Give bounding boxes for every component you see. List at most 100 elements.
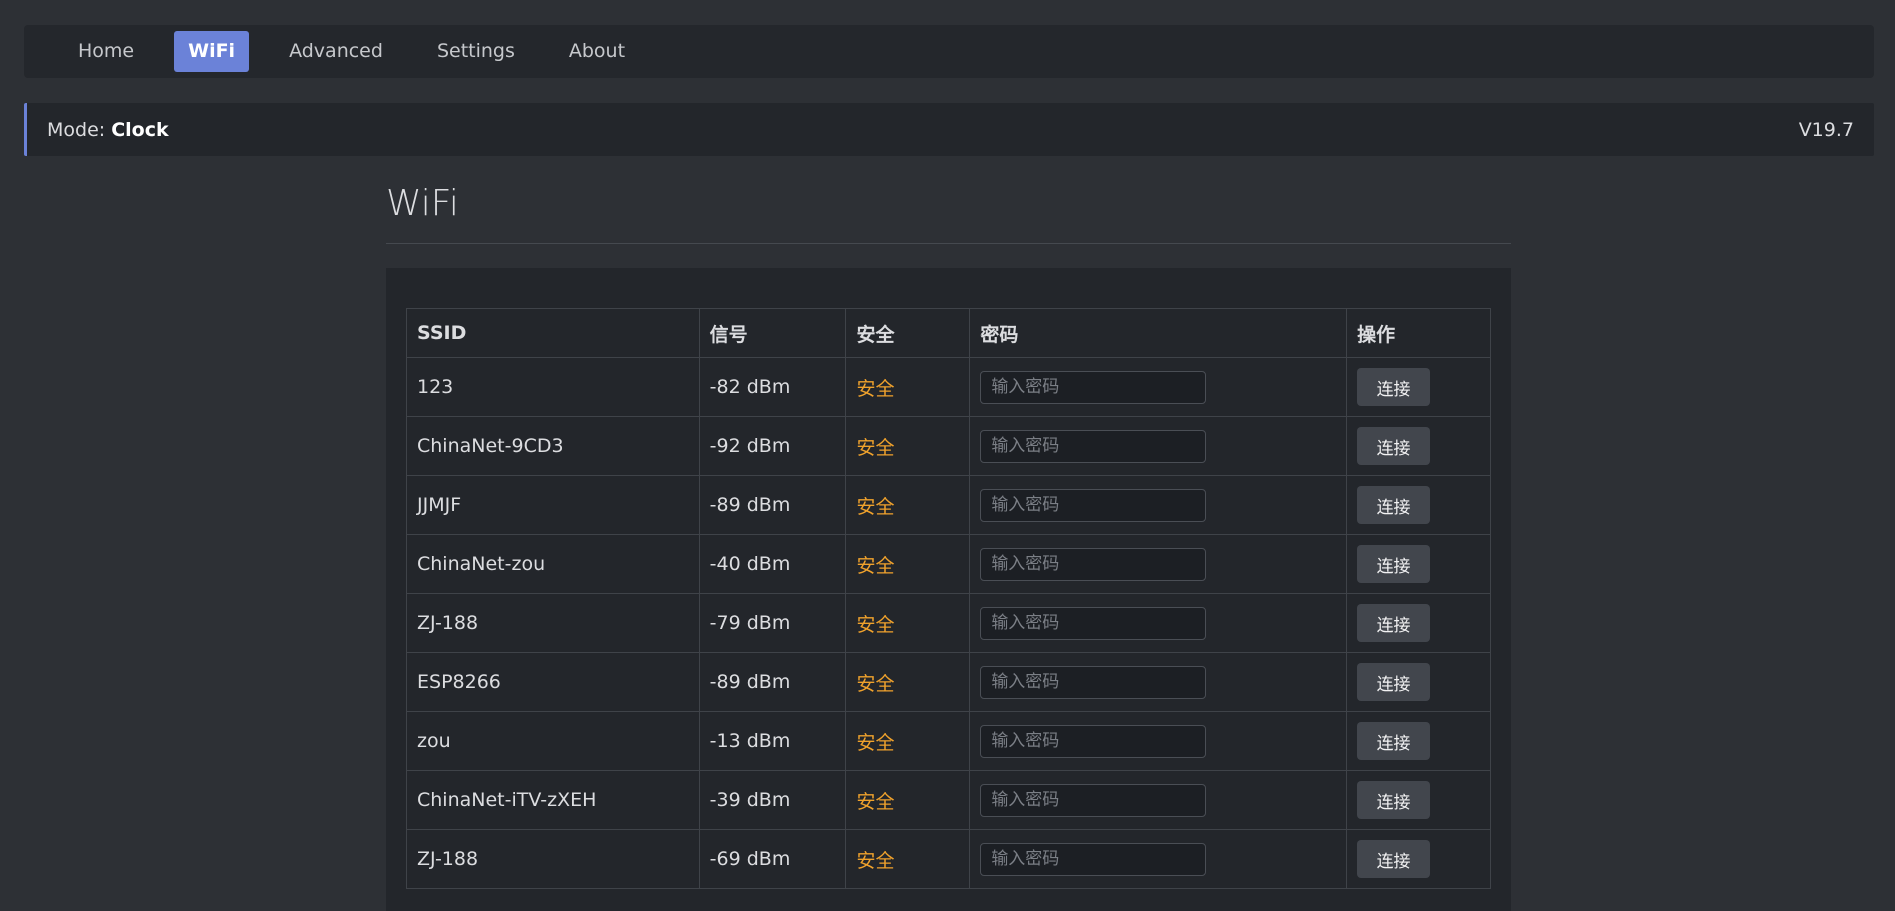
action-cell: 连接	[1346, 711, 1491, 771]
connect-button[interactable]: 连接	[1357, 427, 1431, 465]
security-status: 安全	[856, 377, 895, 400]
action-cell: 连接	[1346, 475, 1491, 535]
ssid-cell: ESP8266	[406, 652, 700, 712]
security-cell: 安全	[845, 357, 971, 417]
signal-cell: -79 dBm	[698, 593, 847, 653]
table-row: zou -13 dBm 安全 连接	[406, 711, 1491, 771]
password-cell	[969, 770, 1348, 830]
signal-cell: -92 dBm	[698, 416, 847, 476]
ssid-cell: ZJ-188	[406, 593, 700, 653]
security-cell: 安全	[845, 416, 971, 476]
security-status: 安全	[856, 495, 895, 518]
password-input[interactable]	[980, 370, 1207, 404]
security-status: 安全	[856, 436, 895, 459]
ssid-cell: JJMJF	[406, 475, 700, 535]
top-navbar: Home WiFi Advanced Settings About	[24, 25, 1874, 78]
signal-cell: -39 dBm	[698, 770, 847, 830]
header-ssid: SSID	[406, 308, 700, 358]
password-input[interactable]	[980, 488, 1207, 522]
action-cell: 连接	[1346, 593, 1491, 653]
header-action: 操作	[1346, 308, 1491, 358]
security-cell: 安全	[845, 475, 971, 535]
wifi-table-body: 123 -82 dBm 安全 连接 ChinaNet-9CD3 -92 dBm 安全 连接 JJ…	[406, 357, 1491, 889]
header-signal: 信号	[698, 308, 847, 358]
security-status: 安全	[856, 613, 895, 636]
action-cell: 连接	[1346, 534, 1491, 594]
security-cell: 安全	[845, 652, 971, 712]
security-cell: 安全	[845, 534, 971, 594]
security-status: 安全	[856, 790, 895, 813]
security-cell: 安全	[845, 593, 971, 653]
password-input[interactable]	[980, 606, 1207, 640]
mode-indicator: Mode: Clock	[47, 119, 169, 141]
table-row: ESP8266 -89 dBm 安全 连接	[406, 652, 1491, 712]
wifi-list-panel: SSID 信号 安全 密码 操作 123 -82 dBm 安全 连接 ChinaNet-…	[386, 268, 1511, 911]
password-input[interactable]	[980, 783, 1207, 817]
ssid-cell: 123	[406, 357, 700, 417]
password-cell	[969, 652, 1348, 712]
nav-advanced[interactable]: Advanced	[275, 31, 397, 72]
connect-button[interactable]: 连接	[1357, 663, 1431, 701]
security-cell: 安全	[845, 829, 971, 889]
table-row: ChinaNet-iTV-zXEH -39 dBm 安全 连接	[406, 770, 1491, 830]
mode-value: Clock	[111, 118, 169, 141]
nav-about[interactable]: About	[555, 31, 639, 72]
password-cell	[969, 593, 1348, 653]
page-title: WiFi	[386, 183, 459, 224]
signal-cell: -40 dBm	[698, 534, 847, 594]
ssid-cell: zou	[406, 711, 700, 771]
password-cell	[969, 357, 1348, 417]
nav-settings[interactable]: Settings	[423, 31, 529, 72]
action-cell: 连接	[1346, 416, 1491, 476]
signal-cell: -89 dBm	[698, 652, 847, 712]
table-row: JJMJF -89 dBm 安全 连接	[406, 475, 1491, 535]
table-header-row: SSID 信号 安全 密码 操作	[406, 308, 1491, 358]
security-status: 安全	[856, 554, 895, 577]
action-cell: 连接	[1346, 770, 1491, 830]
header-security: 安全	[845, 308, 971, 358]
mode-label: Mode:	[47, 118, 112, 141]
password-cell	[969, 534, 1348, 594]
connect-button[interactable]: 连接	[1357, 604, 1431, 642]
password-input[interactable]	[980, 429, 1207, 463]
table-row: ChinaNet-zou -40 dBm 安全 连接	[406, 534, 1491, 594]
action-cell: 连接	[1346, 829, 1491, 889]
title-divider	[386, 243, 1511, 244]
table-row: ZJ-188 -79 dBm 安全 连接	[406, 593, 1491, 653]
wifi-table: SSID 信号 安全 密码 操作 123 -82 dBm 安全 连接 ChinaNet-…	[406, 308, 1491, 889]
table-row: ChinaNet-9CD3 -92 dBm 安全 连接	[406, 416, 1491, 476]
security-cell: 安全	[845, 711, 971, 771]
mode-status-bar: Mode: Clock V19.7	[24, 103, 1874, 156]
password-input[interactable]	[980, 665, 1207, 699]
password-input[interactable]	[980, 547, 1207, 581]
table-row: 123 -82 dBm 安全 连接	[406, 357, 1491, 417]
password-input[interactable]	[980, 724, 1207, 758]
connect-button[interactable]: 连接	[1357, 368, 1431, 406]
connect-button[interactable]: 连接	[1357, 840, 1431, 878]
signal-cell: -69 dBm	[698, 829, 847, 889]
firmware-version: V19.7	[1798, 118, 1854, 141]
action-cell: 连接	[1346, 652, 1491, 712]
password-cell	[969, 711, 1348, 771]
security-cell: 安全	[845, 770, 971, 830]
connect-button[interactable]: 连接	[1357, 486, 1431, 524]
signal-cell: -89 dBm	[698, 475, 847, 535]
connect-button[interactable]: 连接	[1357, 545, 1431, 583]
connect-button[interactable]: 连接	[1357, 781, 1431, 819]
signal-cell: -82 dBm	[698, 357, 847, 417]
security-status: 安全	[856, 731, 895, 754]
ssid-cell: ChinaNet-iTV-zXEH	[406, 770, 700, 830]
nav-home[interactable]: Home	[64, 31, 148, 72]
security-status: 安全	[856, 672, 895, 695]
connect-button[interactable]: 连接	[1357, 722, 1431, 760]
nav-wifi[interactable]: WiFi	[174, 31, 250, 72]
password-cell	[969, 829, 1348, 889]
header-password: 密码	[969, 308, 1348, 358]
password-cell	[969, 475, 1348, 535]
password-cell	[969, 416, 1348, 476]
signal-cell: -13 dBm	[698, 711, 847, 771]
action-cell: 连接	[1346, 357, 1491, 417]
table-row: ZJ-188 -69 dBm 安全 连接	[406, 829, 1491, 889]
ssid-cell: ChinaNet-9CD3	[406, 416, 700, 476]
password-input[interactable]	[980, 842, 1207, 876]
